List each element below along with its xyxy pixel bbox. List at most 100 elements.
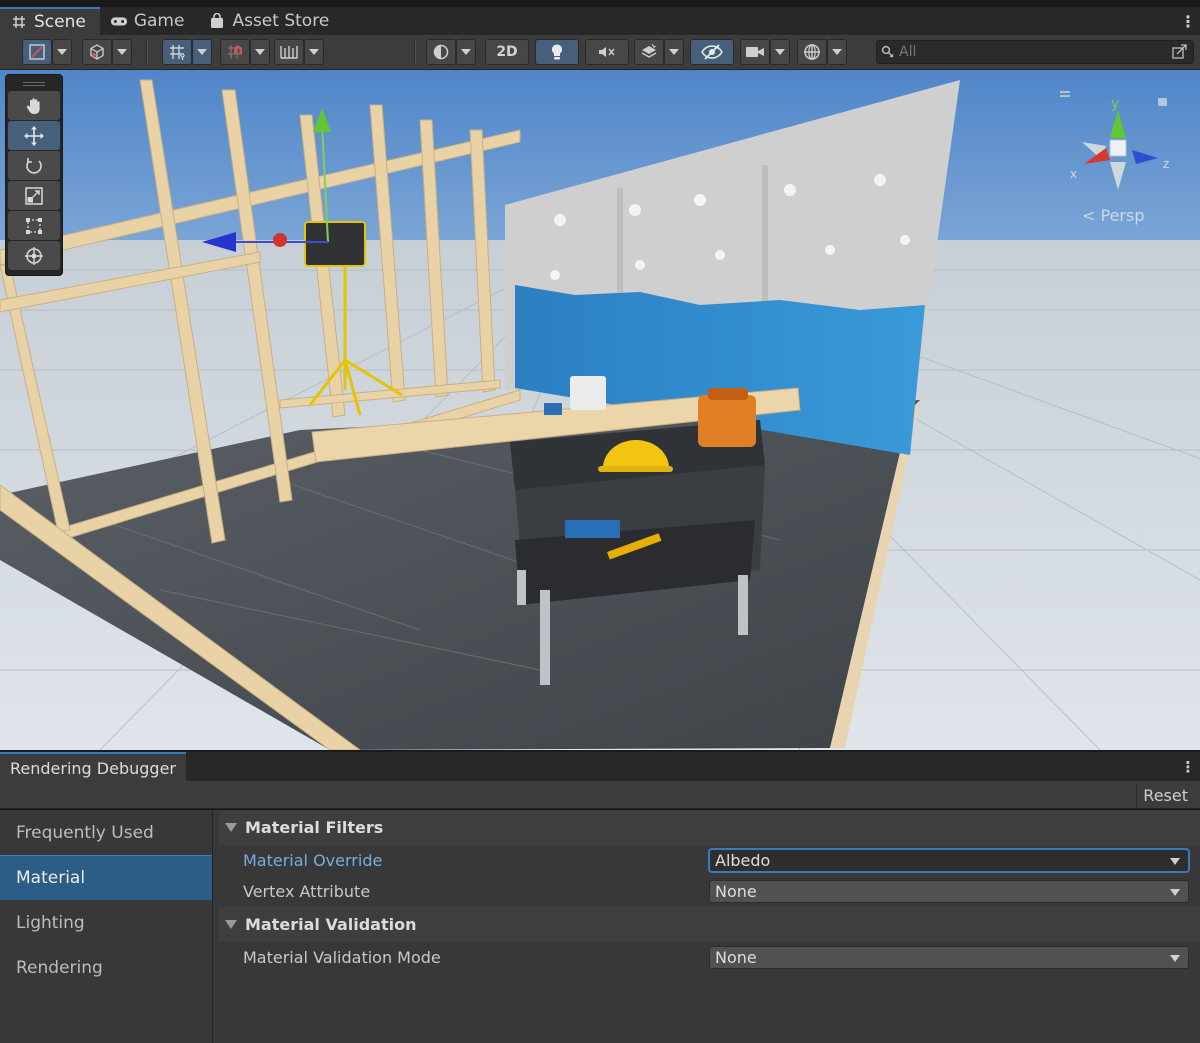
audio-toggle-button[interactable] bbox=[585, 39, 629, 65]
tab-game-label: Game bbox=[133, 11, 185, 31]
shading-mode-dropdown[interactable] bbox=[112, 39, 132, 65]
tab-asset-store[interactable]: Asset Store bbox=[198, 7, 343, 35]
debugger-sidebar: Frequently Used Material Lighting Render… bbox=[0, 810, 213, 1043]
rotate-icon bbox=[26, 157, 42, 174]
shopping-bag-icon bbox=[208, 12, 226, 30]
transform-tool-button[interactable] bbox=[8, 241, 60, 270]
sphere-icon bbox=[433, 44, 449, 60]
shading-mode-button[interactable] bbox=[82, 39, 112, 65]
camera-settings-button[interactable] bbox=[740, 39, 770, 65]
draw-mode-button[interactable] bbox=[22, 39, 52, 65]
validation-mode-label: Material Validation Mode bbox=[243, 948, 441, 967]
rect-tool-button[interactable] bbox=[8, 211, 60, 240]
snap-increment-dropdown[interactable] bbox=[250, 39, 270, 65]
chevron-down-icon bbox=[1170, 955, 1180, 962]
lightbulb-icon bbox=[552, 44, 562, 60]
material-filters-foldout[interactable]: Material Filters bbox=[219, 810, 1200, 845]
vertex-attribute-label: Vertex Attribute bbox=[243, 882, 371, 901]
search-type-button[interactable] bbox=[1171, 43, 1189, 61]
effects-button[interactable] bbox=[426, 39, 456, 65]
tab-game[interactable]: Game bbox=[100, 7, 199, 35]
debugger-tab-bar: Rendering Debugger ⋮ bbox=[0, 751, 1200, 782]
gizmo-axis-x-label: x bbox=[1070, 167, 1077, 181]
debugger-body: Frequently Used Material Lighting Render… bbox=[0, 810, 1200, 1043]
chevron-down-icon bbox=[1170, 858, 1180, 865]
sidebar-item-lighting[interactable]: Lighting bbox=[0, 900, 212, 945]
validation-mode-dropdown[interactable]: None bbox=[709, 946, 1189, 969]
sidebar-item-rendering[interactable]: Rendering bbox=[0, 945, 212, 990]
mode-2d-button[interactable]: 2D bbox=[485, 39, 529, 65]
rotate-tool-button[interactable] bbox=[8, 151, 60, 180]
eye-hidden-icon bbox=[701, 44, 723, 60]
foldout-triangle-icon bbox=[225, 823, 237, 832]
gizmo-axis-z-label: z bbox=[1163, 157, 1169, 171]
scene-visibility-button[interactable] bbox=[690, 39, 734, 65]
scale-tool-button[interactable] bbox=[8, 181, 60, 210]
gamepad-icon bbox=[110, 12, 128, 30]
increment-snap-button[interactable] bbox=[274, 39, 304, 65]
hand-icon bbox=[26, 97, 40, 114]
scene-effects-dropdown[interactable] bbox=[664, 39, 684, 65]
gizmo-axis-y-label: y bbox=[1111, 96, 1119, 112]
scene-search-field[interactable] bbox=[876, 40, 1194, 64]
effects-dropdown[interactable] bbox=[456, 39, 476, 65]
move-arrows-icon bbox=[24, 125, 44, 146]
camera-settings-dropdown[interactable] bbox=[770, 39, 790, 65]
panel-grip-icon[interactable] bbox=[8, 78, 60, 90]
tab-menu-kebab-icon[interactable]: ⋮ bbox=[1176, 7, 1200, 35]
snap-increment-button[interactable] bbox=[220, 39, 250, 65]
scene-search-input[interactable] bbox=[899, 44, 1159, 60]
chevron-left-icon: < bbox=[1082, 206, 1096, 225]
scene-viewport[interactable]: y x z < Persp bbox=[0, 70, 1200, 750]
scale-icon bbox=[25, 186, 43, 205]
cube-icon bbox=[90, 44, 104, 60]
hand-tool-button[interactable] bbox=[8, 91, 60, 120]
dropdown-value: None bbox=[715, 882, 757, 901]
draw-mode-dropdown[interactable] bbox=[52, 39, 72, 65]
validation-mode-row: Material Validation Mode None bbox=[219, 942, 1200, 973]
move-tool-button[interactable] bbox=[8, 121, 60, 150]
reset-button[interactable]: Reset bbox=[1136, 783, 1194, 807]
gizmos-dropdown[interactable] bbox=[827, 39, 847, 65]
debugger-menu-kebab-icon[interactable]: ⋮ bbox=[1176, 752, 1200, 781]
vertex-attribute-row: Vertex Attribute None bbox=[219, 876, 1200, 907]
material-override-row: Material Override Albedo bbox=[219, 845, 1200, 876]
transform-tool-panel bbox=[5, 74, 63, 276]
editor-tab-bar: Scene Game Asset Store ⋮ bbox=[0, 7, 1200, 35]
window-top-strip bbox=[0, 0, 1200, 7]
debugger-panel: Material Filters Material Override Albed… bbox=[219, 810, 1200, 1043]
gizmos-button[interactable] bbox=[797, 39, 827, 65]
material-override-label: Material Override bbox=[243, 851, 383, 870]
snap-magnet-icon bbox=[228, 45, 242, 59]
tab-scene[interactable]: Scene bbox=[0, 7, 100, 35]
tab-rendering-debugger[interactable]: Rendering Debugger bbox=[0, 752, 186, 782]
projection-label[interactable]: < Persp bbox=[1082, 206, 1145, 225]
grid-snap-icon: Y bbox=[170, 45, 186, 61]
rect-transform-icon bbox=[26, 217, 42, 234]
search-type-icon bbox=[1172, 44, 1187, 59]
material-override-dropdown[interactable]: Albedo bbox=[709, 849, 1189, 872]
scene-effects-button[interactable] bbox=[634, 39, 664, 65]
foldout-triangle-icon bbox=[225, 920, 237, 929]
lighting-toggle-button[interactable] bbox=[535, 39, 579, 65]
chevron-down-icon bbox=[1170, 889, 1180, 896]
search-icon bbox=[877, 45, 899, 59]
layers-stack-icon bbox=[641, 43, 657, 58]
grid-snap-button[interactable]: Y bbox=[162, 39, 192, 65]
toolbar-separator bbox=[146, 41, 148, 63]
transform-all-icon bbox=[25, 246, 43, 265]
ruler-icon bbox=[280, 46, 298, 59]
toolbar-separator bbox=[414, 41, 416, 63]
projection-text: Persp bbox=[1100, 206, 1145, 225]
scene-render bbox=[0, 70, 1200, 750]
speaker-mute-icon bbox=[599, 47, 615, 57]
grid-snap-dropdown[interactable] bbox=[192, 39, 212, 65]
draw-mode-icon bbox=[29, 44, 45, 60]
material-validation-foldout[interactable]: Material Validation bbox=[219, 907, 1200, 942]
dropdown-value: Albedo bbox=[715, 851, 771, 870]
sidebar-item-material[interactable]: Material bbox=[0, 855, 212, 900]
svg-text:Y: Y bbox=[179, 54, 186, 61]
sidebar-item-frequently-used[interactable]: Frequently Used bbox=[0, 810, 212, 855]
increment-snap-dropdown[interactable] bbox=[304, 39, 324, 65]
vertex-attribute-dropdown[interactable]: None bbox=[709, 880, 1189, 903]
